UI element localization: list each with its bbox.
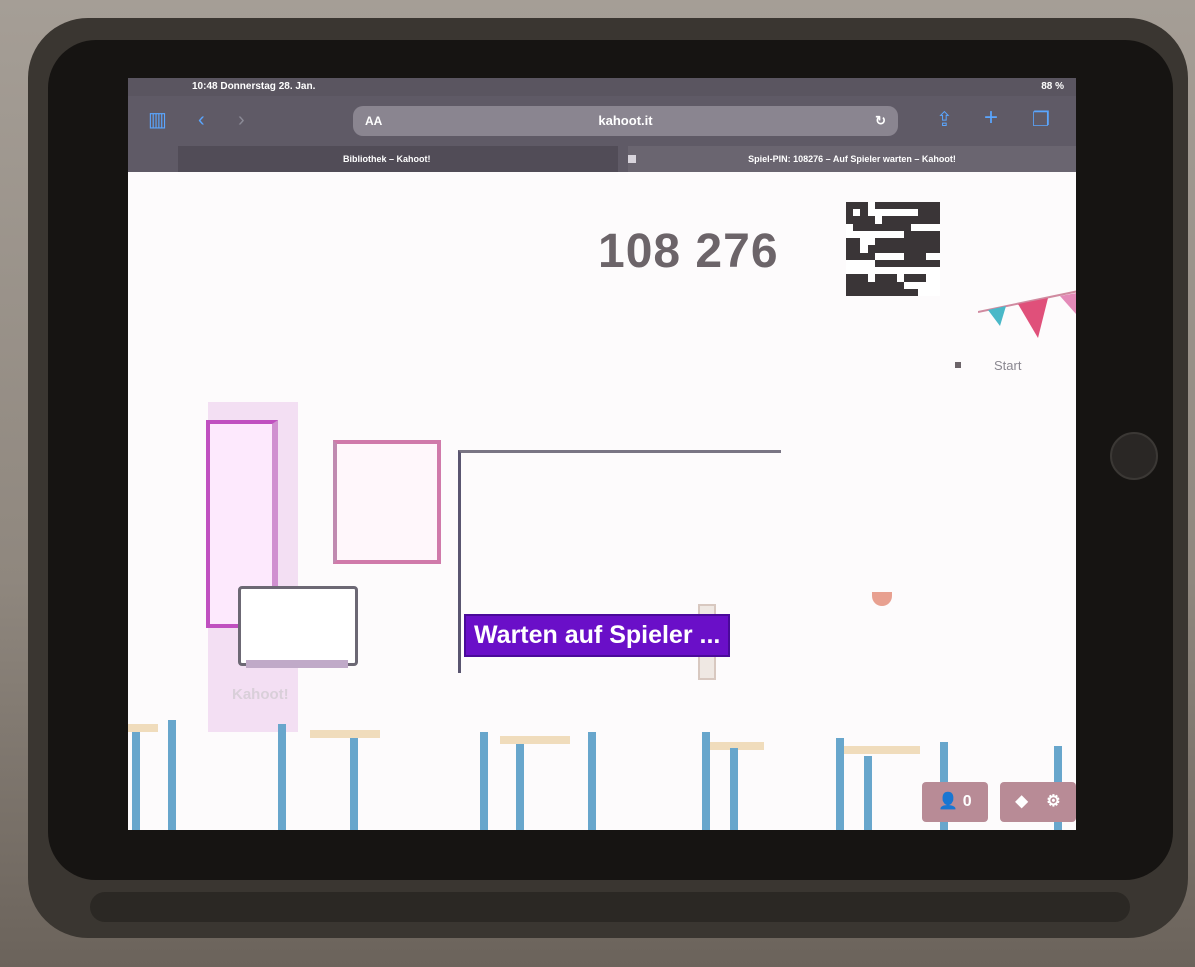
- share-icon[interactable]: ⇪: [936, 110, 953, 130]
- ipad-screen: 10:48 Donnerstag 28. Jan. 88 % ▥ ‹ › AA …: [128, 78, 1076, 830]
- plus-icon[interactable]: +: [984, 106, 998, 130]
- reload-icon[interactable]: ↻: [875, 106, 886, 136]
- sidebar-icon[interactable]: ▥: [148, 110, 167, 130]
- chair-leg: [278, 724, 286, 830]
- chair-leg: [864, 756, 872, 830]
- chair-leg: [702, 732, 710, 830]
- chair-leg: [730, 748, 738, 830]
- status-time: 10:48 Donnerstag 28. Jan.: [192, 81, 316, 92]
- player-count-button[interactable]: 👤 0: [922, 782, 988, 822]
- chevron-left-icon[interactable]: ‹: [198, 110, 205, 130]
- start-icon: [955, 362, 961, 368]
- desk-seat: [840, 746, 920, 754]
- player-count: 0: [962, 793, 972, 810]
- chevron-right-icon[interactable]: ›: [238, 110, 245, 130]
- kahoot-lobby: Kahoot! 108 276 Start Warten auf Spieler…: [128, 172, 1076, 830]
- user-icon: 👤: [938, 793, 959, 810]
- home-button[interactable]: [1110, 432, 1158, 480]
- waiting-for-players-banner: Warten auf Spieler ...: [464, 614, 731, 657]
- desk-seat: [500, 736, 570, 744]
- chair-leg: [516, 744, 524, 830]
- reader-button[interactable]: AA: [365, 106, 382, 136]
- game-pin: 108 276: [598, 225, 779, 278]
- settings-controls[interactable]: ◆ ⚙: [1000, 782, 1076, 822]
- tab-library[interactable]: Bibliothek – Kahoot!: [178, 146, 618, 172]
- chair-leg: [836, 738, 844, 830]
- chair-leg: [588, 732, 596, 830]
- kahoot-watermark: Kahoot!: [232, 686, 289, 703]
- tabs-icon[interactable]: ❐: [1032, 110, 1050, 130]
- laptop: [238, 586, 358, 666]
- status-battery: 88 %: [1041, 81, 1064, 92]
- browser-toolbar: ▥ ‹ › AA kahoot.it ↻ ⇪ + ❐: [128, 96, 1076, 146]
- cup: [872, 592, 892, 606]
- speaker-icon[interactable]: ◆: [1015, 793, 1027, 810]
- chair-leg: [480, 732, 488, 830]
- tab-bar: Bibliothek – Kahoot! Spiel-PIN: 108276 –…: [128, 146, 1076, 172]
- pencil-holder: [90, 892, 1130, 922]
- chair-leg: [168, 720, 176, 830]
- desk-seat: [310, 730, 380, 738]
- tab-game-pin[interactable]: Spiel-PIN: 108276 – Auf Spieler warten –…: [628, 146, 1076, 172]
- bunting-flags: [978, 290, 1076, 338]
- chair-leg: [350, 738, 358, 830]
- url-text: kahoot.it: [598, 113, 653, 128]
- chair-leg: [132, 732, 140, 830]
- desk-seat: [128, 724, 158, 732]
- laptop-base: [246, 660, 348, 668]
- close-icon[interactable]: [628, 155, 636, 163]
- start-label: Start: [994, 358, 1022, 373]
- address-bar[interactable]: AA kahoot.it ↻: [353, 106, 898, 136]
- qr-code[interactable]: [846, 202, 940, 296]
- wall-window: [333, 440, 441, 564]
- gear-icon[interactable]: ⚙: [1046, 793, 1060, 810]
- status-bar: 10:48 Donnerstag 28. Jan. 88 %: [128, 78, 1076, 96]
